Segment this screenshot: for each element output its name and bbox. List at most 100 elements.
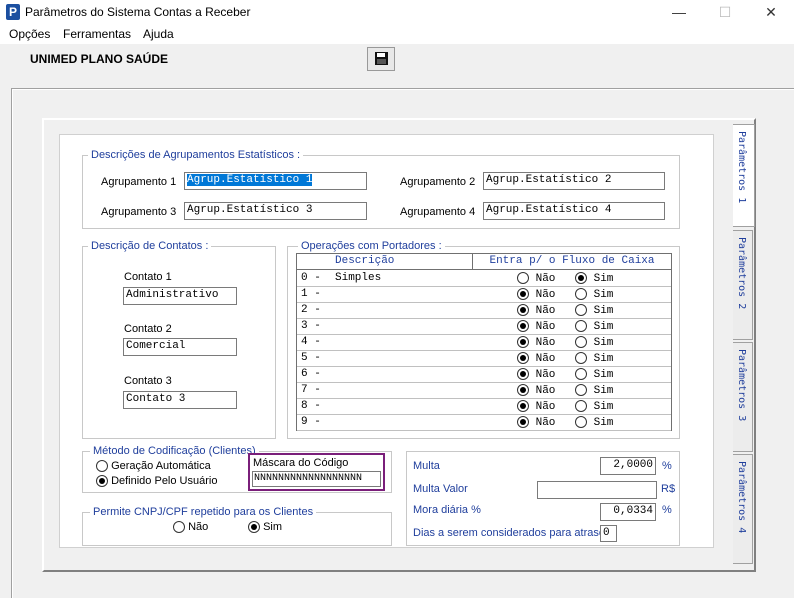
mora-diaria-field[interactable]: 0,0334 xyxy=(600,503,656,521)
table-row[interactable]: 0 - Simples Não Sim xyxy=(297,271,671,287)
table-row[interactable]: 4 - Não Sim xyxy=(297,335,671,351)
row-sim-option[interactable]: Sim xyxy=(575,416,613,429)
multa-valor-label: Multa Valor xyxy=(413,483,468,495)
save-button[interactable] xyxy=(367,47,395,71)
row-sim-option[interactable]: Sim xyxy=(575,400,613,413)
row-nao-option[interactable]: Não xyxy=(517,336,555,349)
row-nao-option[interactable]: Não xyxy=(517,416,555,429)
nao-radio[interactable] xyxy=(517,384,529,396)
agrupamento-1-label: Agrupamento 1 xyxy=(101,176,177,188)
table-row[interactable]: 7 - Não Sim xyxy=(297,383,671,399)
tab-parametros-3[interactable]: Parâmetros 3 xyxy=(733,342,753,452)
sim-radio[interactable] xyxy=(575,304,587,316)
agrupamento-4-field[interactable]: Agrup.Estatístico 4 xyxy=(483,202,665,220)
multa-field[interactable]: 2,0000 xyxy=(600,457,656,475)
row-sim-option[interactable]: Sim xyxy=(575,352,613,365)
row-nao-option[interactable]: Não xyxy=(517,320,555,333)
row-sim-option[interactable]: Sim xyxy=(575,336,613,349)
table-row[interactable]: 8 - Não Sim xyxy=(297,399,671,415)
table-row[interactable]: 5 - Não Sim xyxy=(297,351,671,367)
maximize-button[interactable]: ☐ xyxy=(702,0,748,24)
nao-radio[interactable] xyxy=(517,400,529,412)
tab-label: Parâmetros 3 xyxy=(736,349,747,422)
minimize-button[interactable]: — xyxy=(656,0,702,24)
contato-2-field[interactable]: Comercial xyxy=(123,338,237,356)
nao-radio[interactable] xyxy=(517,368,529,380)
floppy-disk-icon xyxy=(375,52,388,65)
menu-ferramentas[interactable]: Ferramentas xyxy=(63,27,131,41)
agrupamento-1-field[interactable]: Agrup.Estatístico 1 xyxy=(184,172,367,190)
tab-parametros-2[interactable]: Parâmetros 2 xyxy=(733,230,753,340)
sim-label: Sim xyxy=(593,304,614,317)
definido-usuario-radio[interactable] xyxy=(96,475,108,488)
sim-radio[interactable] xyxy=(575,416,587,428)
tab-parametros-1[interactable]: Parâmetros 1 xyxy=(733,124,755,227)
sim-radio[interactable] xyxy=(575,384,587,396)
sim-radio[interactable] xyxy=(575,368,587,380)
row-sim-option[interactable]: Sim xyxy=(575,320,613,333)
table-row[interactable]: 3 - Não Sim xyxy=(297,319,671,335)
geracao-automatica-option[interactable]: Geração Automática xyxy=(96,460,211,473)
sim-label: Sim xyxy=(593,272,614,285)
row-descricao[interactable]: Simples xyxy=(335,272,381,284)
table-row[interactable]: 6 - Não Sim xyxy=(297,367,671,383)
contato-1-field[interactable]: Administrativo xyxy=(123,287,237,305)
codificacao-legend: Método de Codificação (Clientes) xyxy=(90,445,259,457)
window-title: Parâmetros do Sistema Contas a Receber xyxy=(25,5,251,19)
cnpj-nao-radio[interactable] xyxy=(173,521,185,534)
agrupamento-2-field[interactable]: Agrup.Estatístico 2 xyxy=(483,172,665,190)
menu-opcoes[interactable]: Opções xyxy=(9,27,50,41)
sim-radio[interactable] xyxy=(575,352,587,364)
multa-valor-field[interactable] xyxy=(537,481,657,499)
row-nao-option[interactable]: Não xyxy=(517,400,555,413)
definido-usuario-option[interactable]: Definido Pelo Usuário xyxy=(96,475,217,488)
row-nao-option[interactable]: Não xyxy=(517,384,555,397)
row-nao-option[interactable]: Não xyxy=(517,368,555,381)
nao-radio[interactable] xyxy=(517,304,529,316)
sim-radio[interactable] xyxy=(575,320,587,332)
sim-radio[interactable] xyxy=(575,288,587,300)
menu-ajuda[interactable]: Ajuda xyxy=(143,27,174,41)
nao-label: Não xyxy=(535,272,556,285)
nao-radio[interactable] xyxy=(517,336,529,348)
cnpj-sim-option[interactable]: Sim xyxy=(248,521,282,534)
row-nao-option[interactable]: Não xyxy=(517,288,555,301)
row-nao-option[interactable]: Não xyxy=(517,272,555,285)
contato-3-field[interactable]: Contato 3 xyxy=(123,391,237,409)
row-sim-option[interactable]: Sim xyxy=(575,384,613,397)
dias-atraso-label: Dias a serem considerados para atraso xyxy=(413,527,605,539)
row-sim-option[interactable]: Sim xyxy=(575,288,613,301)
app-icon: P xyxy=(6,4,20,20)
tab-parametros-4[interactable]: Parâmetros 4 xyxy=(733,454,753,564)
multa-label: Multa xyxy=(413,460,440,472)
nao-radio[interactable] xyxy=(517,288,529,300)
sim-radio[interactable] xyxy=(575,272,587,284)
nao-radio[interactable] xyxy=(517,416,529,428)
close-button[interactable]: ✕ xyxy=(748,0,794,24)
portadores-legend: Operações com Portadores : xyxy=(298,240,445,252)
nao-radio[interactable] xyxy=(517,272,529,284)
sim-radio[interactable] xyxy=(575,400,587,412)
mascara-codigo-field[interactable]: NNNNNNNNNNNNNNNNNN xyxy=(252,471,381,487)
row-code: 9 - xyxy=(301,416,321,428)
cnpj-nao-option[interactable]: Não xyxy=(173,521,208,534)
sim-radio[interactable] xyxy=(575,336,587,348)
dias-atraso-field[interactable]: 0 xyxy=(600,525,617,542)
nao-radio[interactable] xyxy=(517,352,529,364)
agrupamento-3-field[interactable]: Agrup.Estatístico 3 xyxy=(184,202,367,220)
table-row[interactable]: 2 - Não Sim xyxy=(297,303,671,319)
row-code: 1 - xyxy=(301,288,321,300)
nao-radio[interactable] xyxy=(517,320,529,332)
geracao-automatica-radio[interactable] xyxy=(96,460,108,473)
table-row[interactable]: 9 - Não Sim xyxy=(297,415,671,431)
row-nao-option[interactable]: Não xyxy=(517,352,555,365)
row-nao-option[interactable]: Não xyxy=(517,304,555,317)
row-sim-option[interactable]: Sim xyxy=(575,272,613,285)
sim-label: Sim xyxy=(593,416,614,429)
row-sim-option[interactable]: Sim xyxy=(575,304,613,317)
row-sim-option[interactable]: Sim xyxy=(575,368,613,381)
cnpj-sim-radio[interactable] xyxy=(248,521,260,534)
table-row[interactable]: 1 - Não Sim xyxy=(297,287,671,303)
tab-label: Parâmetros 2 xyxy=(736,237,747,310)
mora-diaria-unit: % xyxy=(662,504,672,516)
